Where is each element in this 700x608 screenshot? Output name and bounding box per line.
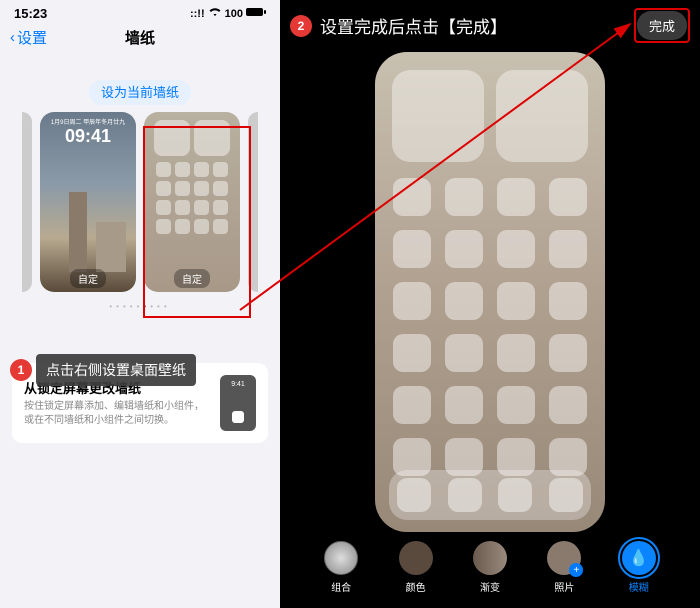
set-current-wallpaper-button[interactable]: 设为当前墙纸 [0, 82, 280, 102]
lock-date: 1月9日周二 甲辰年冬月廿九 [40, 117, 136, 126]
option-pair[interactable]: 组合 [324, 541, 358, 594]
step-badge: 1 [10, 359, 32, 381]
step-text: 点击右侧设置桌面壁纸 [36, 354, 196, 386]
page-title: 墙纸 [125, 27, 155, 48]
back-button[interactable]: ‹ 设置 [10, 27, 47, 48]
widget-placeholder [392, 70, 484, 162]
info-desc: 按住锁定屏幕添加、编辑墙纸和小组件，或在不同墙纸和小组件之间切换。 [24, 400, 210, 428]
widget-placeholder [154, 120, 190, 156]
option-gradient[interactable]: 渐变 [473, 541, 507, 594]
done-button[interactable]: 完成 [637, 11, 687, 40]
battery-icon [246, 7, 266, 20]
annotation-highlight-box: 完成 [634, 8, 690, 43]
page-dots[interactable]: ••••••••• [0, 302, 280, 311]
step-text: 设置完成后点击【完成】 [316, 11, 511, 40]
wifi-icon [208, 7, 222, 20]
option-photo[interactable]: 照片 [547, 541, 581, 594]
option-blur[interactable]: 💧 模糊 [622, 541, 656, 594]
wallpaper-style-tabs: 组合 颜色 渐变 照片 💧 模糊 [280, 533, 700, 608]
pair-icon [324, 541, 358, 575]
annotation-step-2: 2 设置完成后点击【完成】 [290, 11, 511, 40]
customize-home-button[interactable]: 自定 [174, 269, 210, 288]
widget-placeholder [496, 70, 588, 162]
gradient-swatch-icon [473, 541, 507, 575]
app-icon-placeholder [156, 162, 171, 177]
status-time: 15:23 [14, 6, 47, 21]
app-icon-placeholder [393, 178, 431, 216]
homescreen-preview[interactable]: 自定 [144, 112, 240, 292]
clock-tower-image [69, 192, 87, 272]
status-icons: ::!! 100 [190, 7, 266, 20]
settings-wallpaper-screen: 15:23 ::!! 100 ‹ 设置 墙纸 设为当前墙纸 [0, 0, 280, 608]
dock [389, 470, 591, 520]
widget-placeholder [194, 120, 230, 156]
home-wallpaper-editor-screen: 2 设置完成后点击【完成】 完成 [280, 0, 700, 608]
chevron-left-icon: ‹ [10, 29, 15, 46]
info-thumbnail [220, 375, 256, 431]
status-bar: 15:23 ::!! 100 [0, 0, 280, 21]
lock-time: 09:41 [40, 126, 136, 147]
option-color[interactable]: 颜色 [399, 541, 433, 594]
lockscreen-preview[interactable]: 1月9日周二 甲辰年冬月廿九 09:41 自定 [40, 112, 136, 292]
color-swatch-icon [399, 541, 433, 575]
step-badge: 2 [290, 15, 312, 37]
customize-lock-button[interactable]: 自定 [70, 269, 106, 288]
wallpaper-next-peek[interactable] [248, 112, 258, 292]
wallpaper-prev-peek[interactable] [22, 112, 32, 292]
photo-icon [547, 541, 581, 575]
blur-icon: 💧 [622, 541, 656, 575]
annotation-step-1: 1 点击右侧设置桌面壁纸 [10, 354, 196, 386]
nav-bar: ‹ 设置 墙纸 [0, 21, 280, 56]
building-image [96, 222, 126, 272]
home-wallpaper-preview[interactable] [375, 52, 605, 532]
